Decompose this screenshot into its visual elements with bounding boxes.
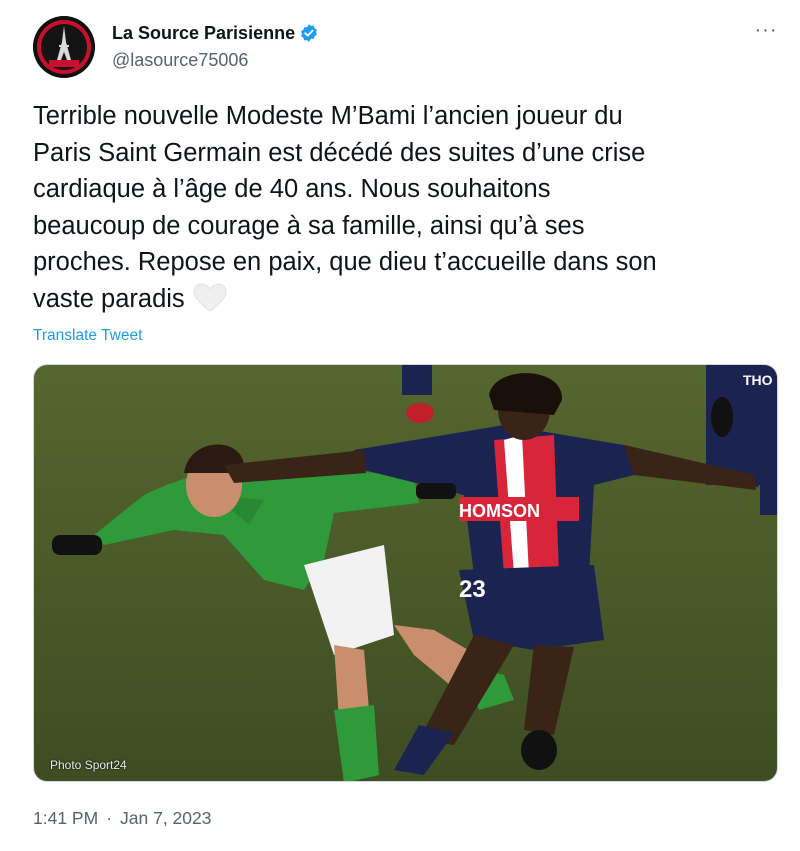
eiffel-tower-logo-icon <box>33 16 95 78</box>
avatar[interactable] <box>33 16 95 78</box>
separator-dot: · <box>106 808 113 828</box>
tweet-text: Terrible nouvelle Modeste M’Bami l’ancie… <box>33 98 783 317</box>
tweet-time: 1:41 PM <box>33 808 99 828</box>
tweet-photo[interactable]: THO HOMSON 23 Photo Sport24 <box>33 364 778 782</box>
tweet-date: Jan 7, 2023 <box>120 808 212 828</box>
white-heart-icon <box>193 282 227 312</box>
tweet-header: La Source Parisienne @lasource75006 ··· <box>33 16 778 80</box>
translate-tweet-link[interactable]: Translate Tweet <box>33 327 142 345</box>
jersey-number-text: 23 <box>459 576 486 603</box>
jersey-partial-text: THO <box>743 372 773 388</box>
tweet-body: Terrible nouvelle Modeste M’Bami l’ancie… <box>33 102 657 313</box>
display-name[interactable]: La Source Parisienne <box>112 23 295 44</box>
verified-badge-icon <box>301 24 317 42</box>
tweet-timestamp[interactable]: 1:41 PM · Jan 7, 2023 <box>33 808 215 829</box>
jersey-sponsor-text: HOMSON <box>459 501 540 521</box>
more-dots-icon[interactable]: ··· <box>754 20 778 42</box>
football-match-photo: THO HOMSON 23 <box>34 365 777 781</box>
photo-credit: Photo Sport24 <box>50 758 127 772</box>
user-handle[interactable]: @lasource75006 <box>112 50 319 71</box>
